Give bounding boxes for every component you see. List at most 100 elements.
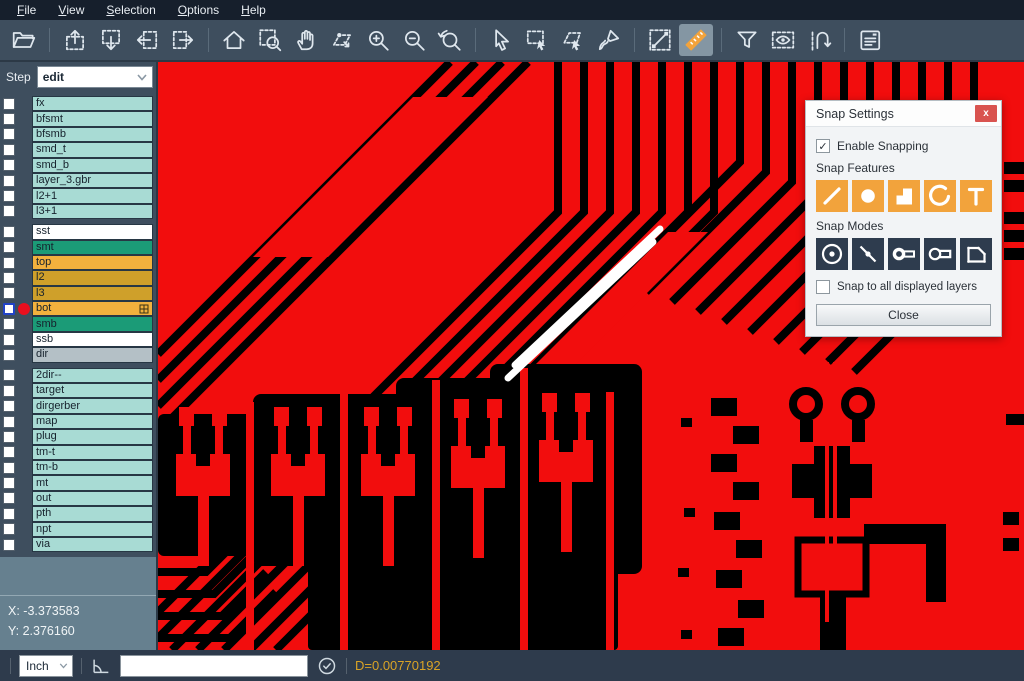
all-layers-row[interactable]: Snap to all displayed layers xyxy=(816,280,991,294)
view-options-button[interactable] xyxy=(766,24,800,56)
unit-select[interactable]: Inch xyxy=(19,655,73,677)
layer-checkbox-layer_3.gbr[interactable] xyxy=(3,175,15,187)
layer-name-cell[interactable]: smd_t xyxy=(32,142,153,157)
all-layers-checkbox[interactable] xyxy=(816,280,830,294)
layer-name-cell[interactable]: layer_3.gbr xyxy=(32,173,153,188)
layer-name-cell[interactable]: l2 xyxy=(32,270,153,285)
layer-name-cell[interactable]: bot xyxy=(32,301,153,316)
layer-name-cell[interactable]: out xyxy=(32,491,153,506)
layer-row-l3+1[interactable]: l3+1 xyxy=(0,204,156,219)
layer-row-bot[interactable]: bot xyxy=(0,301,156,316)
layer-row-bfsmt[interactable]: bfsmt xyxy=(0,111,156,126)
layer-name-cell[interactable]: smt xyxy=(32,240,153,255)
layer-name-cell[interactable]: bfsmb xyxy=(32,127,153,142)
pan-button[interactable] xyxy=(289,24,323,56)
layer-row-mt[interactable]: mt xyxy=(0,475,156,490)
menu-options[interactable]: Options xyxy=(167,0,230,20)
layer-row-2dir--[interactable]: 2dir-- xyxy=(0,368,156,383)
zoom-window-button[interactable] xyxy=(253,24,287,56)
layer-name-cell[interactable]: bfsmt xyxy=(32,111,153,126)
layer-name-cell[interactable]: dir xyxy=(32,347,153,362)
layer-name-cell[interactable]: smd_b xyxy=(32,158,153,173)
enable-snapping-checkbox[interactable]: ✓ xyxy=(816,139,830,153)
layer-name-cell[interactable]: mt xyxy=(32,475,153,490)
layer-checkbox-l3+1[interactable] xyxy=(3,205,15,217)
layer-checkbox-bfsmt[interactable] xyxy=(3,113,15,125)
enable-snapping-row[interactable]: ✓ Enable Snapping xyxy=(816,139,991,153)
layer-row-dir[interactable]: dir xyxy=(0,347,156,362)
panel-list-button[interactable] xyxy=(853,24,887,56)
layer-name-cell[interactable]: target xyxy=(32,383,153,398)
layer-checkbox-out[interactable] xyxy=(3,492,15,504)
pcb-canvas[interactable]: Snap Settings x ✓ Enable Snapping Snap F… xyxy=(158,62,1024,650)
menu-file[interactable]: File xyxy=(6,0,47,20)
layer-row-bfsmb[interactable]: bfsmb xyxy=(0,127,156,142)
layer-name-cell[interactable]: pth xyxy=(32,506,153,521)
layer-checkbox-fx[interactable] xyxy=(3,98,15,110)
layer-name-cell[interactable]: plug xyxy=(32,429,153,444)
layer-row-smd_t[interactable]: smd_t xyxy=(0,142,156,157)
clear-selection-button[interactable] xyxy=(592,24,626,56)
home-view-button[interactable] xyxy=(217,24,251,56)
layer-checkbox-bot[interactable] xyxy=(3,303,15,315)
layer-row-fx[interactable]: fx xyxy=(0,96,156,111)
zoom-previous-button[interactable] xyxy=(433,24,467,56)
layer-row-tm-b[interactable]: tm-b xyxy=(0,460,156,475)
layer-row-tm-t[interactable]: tm-t xyxy=(0,445,156,460)
layer-row-l3[interactable]: l3 xyxy=(0,286,156,301)
layer-checkbox-dirgerber[interactable] xyxy=(3,400,15,412)
layer-row-npt[interactable]: npt xyxy=(0,522,156,537)
snap-settings-button[interactable] xyxy=(802,24,836,56)
layer-name-cell[interactable]: smb xyxy=(32,316,153,331)
layer-checkbox-tm-t[interactable] xyxy=(3,446,15,458)
shift-left-button[interactable] xyxy=(130,24,164,56)
layer-row-smt[interactable]: smt xyxy=(0,240,156,255)
snap-feature-circle-button[interactable] xyxy=(852,180,884,212)
snap-mode-slot-button[interactable] xyxy=(924,238,956,270)
menu-view[interactable]: View xyxy=(47,0,95,20)
layer-name-cell[interactable]: sst xyxy=(32,224,153,239)
layer-row-map[interactable]: map xyxy=(0,414,156,429)
circle-check-icon[interactable] xyxy=(316,655,338,677)
layer-name-cell[interactable]: top xyxy=(32,255,153,270)
layer-name-cell[interactable]: ssb xyxy=(32,332,153,347)
shift-up-button[interactable] xyxy=(58,24,92,56)
layer-row-via[interactable]: via xyxy=(0,537,156,552)
layer-checkbox-map[interactable] xyxy=(3,416,15,428)
snap-feature-surface-button[interactable] xyxy=(888,180,920,212)
ruler-button[interactable] xyxy=(679,24,713,56)
menu-selection[interactable]: Selection xyxy=(95,0,166,20)
layer-name-cell[interactable]: map xyxy=(32,414,153,429)
layer-checkbox-l2[interactable] xyxy=(3,272,15,284)
layer-row-layer_3.gbr[interactable]: layer_3.gbr xyxy=(0,173,156,188)
open-button[interactable] xyxy=(7,24,41,56)
measure-line-button[interactable] xyxy=(643,24,677,56)
zoom-in-button[interactable] xyxy=(361,24,395,56)
layer-checkbox-2dir--[interactable] xyxy=(3,369,15,381)
layer-row-top[interactable]: top xyxy=(0,255,156,270)
select-pointer-button[interactable] xyxy=(484,24,518,56)
menu-help[interactable]: Help xyxy=(230,0,277,20)
shift-right-button[interactable] xyxy=(166,24,200,56)
layer-checkbox-smt[interactable] xyxy=(3,241,15,253)
layer-row-pth[interactable]: pth xyxy=(0,506,156,521)
select-poly-button[interactable] xyxy=(556,24,590,56)
layer-checkbox-smd_t[interactable] xyxy=(3,144,15,156)
snap-mode-midpoint-button[interactable] xyxy=(852,238,884,270)
layer-checkbox-smb[interactable] xyxy=(3,318,15,330)
layer-row-out[interactable]: out xyxy=(0,491,156,506)
layer-checkbox-npt[interactable] xyxy=(3,523,15,535)
dialog-title-bar[interactable]: Snap Settings x xyxy=(806,101,1001,127)
zoom-out-button[interactable] xyxy=(397,24,431,56)
layer-name-cell[interactable]: l3 xyxy=(32,286,153,301)
layer-row-ssb[interactable]: ssb xyxy=(0,332,156,347)
layer-checkbox-via[interactable] xyxy=(3,539,15,551)
layer-row-l2[interactable]: l2 xyxy=(0,270,156,285)
layer-name-cell[interactable]: l2+1 xyxy=(32,188,153,203)
layer-checkbox-target[interactable] xyxy=(3,385,15,397)
snap-feature-text-button[interactable] xyxy=(960,180,992,212)
layer-row-dirgerber[interactable]: dirgerber xyxy=(0,398,156,413)
layer-checkbox-ssb[interactable] xyxy=(3,334,15,346)
layer-checkbox-l3[interactable] xyxy=(3,287,15,299)
layer-name-cell[interactable]: fx xyxy=(32,96,153,111)
